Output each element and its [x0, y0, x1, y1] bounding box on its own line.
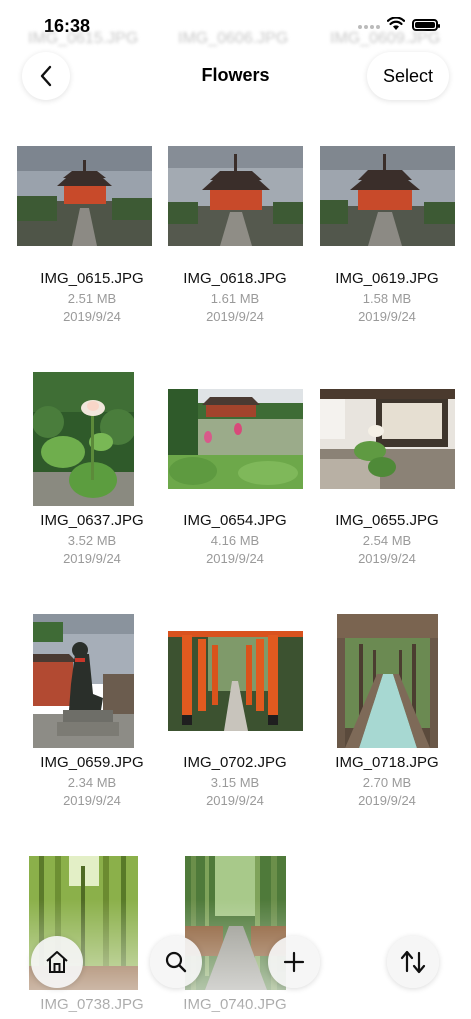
photo-grid: IMG_0615.JPG 2.51 MB 2019/9/24 IMG_0618.… [0, 0, 471, 1019]
photo-filename: IMG_0619.JPG [335, 270, 439, 287]
photo-size: 3.52 MB [67, 533, 117, 548]
photo-filename: IMG_0659.JPG [40, 754, 144, 771]
photo-filename: IMG_0740.JPG [183, 996, 287, 1013]
photo-thumbnail[interactable] [168, 389, 303, 489]
photo-filename: IMG_0738.JPG [40, 996, 144, 1013]
photo-thumbnail[interactable] [337, 614, 438, 748]
photo-size: 4.16 MB [210, 533, 260, 548]
photo-date: 2019/9/24 [358, 551, 416, 566]
photo-thumbnail[interactable] [168, 631, 303, 731]
pagoda-gate-image [17, 146, 152, 246]
photo-size: 2.70 MB [362, 775, 412, 790]
photo-size: 3.15 MB [210, 775, 260, 790]
sort-icon [400, 950, 426, 974]
photo-date: 2019/9/24 [358, 309, 416, 324]
photo-date: 2019/9/24 [206, 309, 264, 324]
photo-filename: IMG_0637.JPG [40, 512, 144, 529]
photo-thumbnail[interactable] [320, 389, 455, 489]
photo-size: 1.58 MB [362, 291, 412, 306]
photo-thumbnail[interactable] [168, 146, 303, 246]
plus-icon [283, 951, 305, 973]
photo-date: 2019/9/24 [63, 793, 121, 808]
photo-date: 2019/9/24 [358, 793, 416, 808]
photo-date: 2019/9/24 [63, 309, 121, 324]
pagoda-gate-image [320, 146, 455, 246]
photo-thumbnail[interactable] [320, 146, 455, 246]
photo-date: 2019/9/24 [206, 551, 264, 566]
photo-filename: IMG_0618.JPG [183, 270, 287, 287]
covered-corridor-image [337, 614, 438, 748]
photo-thumbnail[interactable] [33, 614, 134, 748]
add-button[interactable] [268, 936, 320, 988]
temple-lotus-image [320, 389, 455, 489]
photo-filename: IMG_0615.JPG [40, 270, 144, 287]
lotus-flower-image [33, 372, 134, 506]
photo-size: 2.34 MB [67, 775, 117, 790]
photo-filename: IMG_0718.JPG [335, 754, 439, 771]
fox-statue-image [33, 614, 134, 748]
photo-filename: IMG_0654.JPG [183, 512, 287, 529]
photo-date: 2019/9/24 [63, 551, 121, 566]
photo-size: 1.61 MB [210, 291, 260, 306]
torii-gates-image [168, 631, 303, 731]
sort-button[interactable] [387, 936, 439, 988]
photo-size: 2.51 MB [67, 291, 117, 306]
home-icon [46, 951, 68, 973]
photo-thumbnail[interactable] [33, 372, 134, 506]
photo-thumbnail[interactable] [17, 146, 152, 246]
search-button[interactable] [150, 936, 202, 988]
photo-filename: IMG_0655.JPG [335, 512, 439, 529]
pagoda-gate-image [168, 146, 303, 246]
search-icon [165, 951, 187, 973]
photo-filename: IMG_0702.JPG [183, 754, 287, 771]
photo-size: 2.54 MB [362, 533, 412, 548]
home-button[interactable] [31, 936, 83, 988]
pond-lotus-image [168, 389, 303, 489]
photo-date: 2019/9/24 [206, 793, 264, 808]
